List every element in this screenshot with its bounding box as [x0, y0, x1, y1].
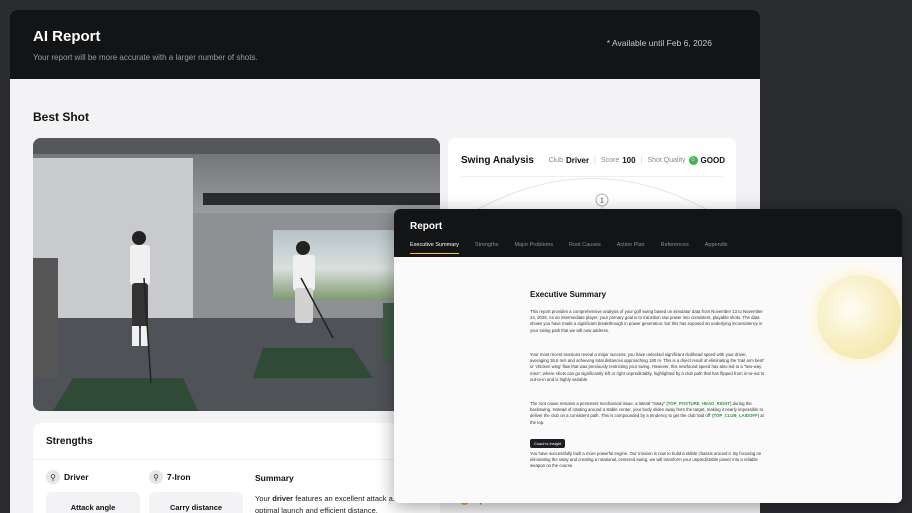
metric-attack-angle[interactable]: Attack angle	[46, 492, 140, 513]
coach-insight-badge: Coach's Insight	[530, 439, 566, 448]
summary-paragraph: Your most recent sessions reveal a major…	[530, 352, 765, 382]
code-tag: (TOP_CLUB_LAIDOFF)	[712, 413, 760, 419]
meta-separator: |	[594, 157, 596, 164]
best-shot-video[interactable]	[33, 138, 440, 411]
tab-strengths[interactable]: Strengths	[475, 242, 499, 254]
swing-analysis-title: Swing Analysis	[461, 155, 534, 166]
shot-quality-label: Shot Quality	[647, 157, 686, 164]
summary-paragraph: You have successfully built a more power…	[530, 451, 762, 469]
diagram-marker: 1	[600, 198, 604, 205]
executive-summary-title: Executive Summary	[530, 290, 607, 299]
golf-ball-glow-image	[797, 257, 902, 379]
club-value: Driver	[565, 156, 590, 165]
smile-icon: ☺	[688, 156, 698, 165]
iron-club-icon: ⚲	[149, 470, 163, 484]
tab-appendix[interactable]: Appendix	[705, 242, 728, 254]
club-driver: ⚲ Driver	[46, 470, 89, 484]
video-frame	[33, 138, 440, 411]
driver-club-icon: ⚲	[46, 470, 60, 484]
page-subtitle: Your report will be more accurate with a…	[33, 53, 258, 62]
club-name: Driver	[64, 472, 89, 482]
report-window: Report Executive Summary Strengths Major…	[394, 209, 902, 503]
tab-action-plan[interactable]: Action Plan	[617, 242, 645, 254]
tab-executive-summary[interactable]: Executive Summary	[410, 242, 459, 254]
strengths-title: Strengths	[46, 436, 93, 447]
code-tag: (TOP_POSTURE_HEAD_RIGHT)	[666, 401, 732, 406]
score-value: 100	[622, 156, 636, 165]
divider	[33, 459, 440, 460]
club-label: Club	[548, 157, 563, 164]
tab-root-causes[interactable]: Root Causes	[569, 242, 601, 254]
swing-analysis-meta: Club Driver | Score 100 | Shot Quality ☺…	[549, 156, 725, 165]
club-7-iron: ⚲ 7-Iron	[149, 470, 191, 484]
main-header: AI Report Your report will be more accur…	[10, 10, 760, 79]
report-header: Report Executive Summary Strengths Major…	[394, 209, 902, 257]
club-name: 7-Iron	[167, 472, 191, 482]
tab-major-problems[interactable]: Major Problems	[514, 242, 553, 254]
summary-paragraph: This report provides a comprehensive ana…	[530, 309, 763, 333]
availability-note: * Available until Feb 6, 2026	[606, 38, 712, 48]
shot-quality-value: GOOD	[700, 156, 725, 165]
summary-title: Summary	[255, 473, 294, 483]
tab-references[interactable]: References	[661, 242, 689, 254]
report-tabs: Executive Summary Strengths Major Proble…	[410, 242, 728, 254]
best-shot-title: Best Shot	[33, 110, 90, 124]
report-title: Report	[410, 221, 443, 232]
metric-carry-distance[interactable]: Carry distance	[149, 492, 243, 513]
summary-paragraph: The root cause remains a persistent mech…	[530, 401, 764, 425]
meta-separator: |	[640, 157, 643, 164]
score-label: Score	[600, 157, 620, 164]
strengths-card: Strengths ⚲ Driver Attack angle ⚲ 7-Iron…	[33, 423, 440, 513]
